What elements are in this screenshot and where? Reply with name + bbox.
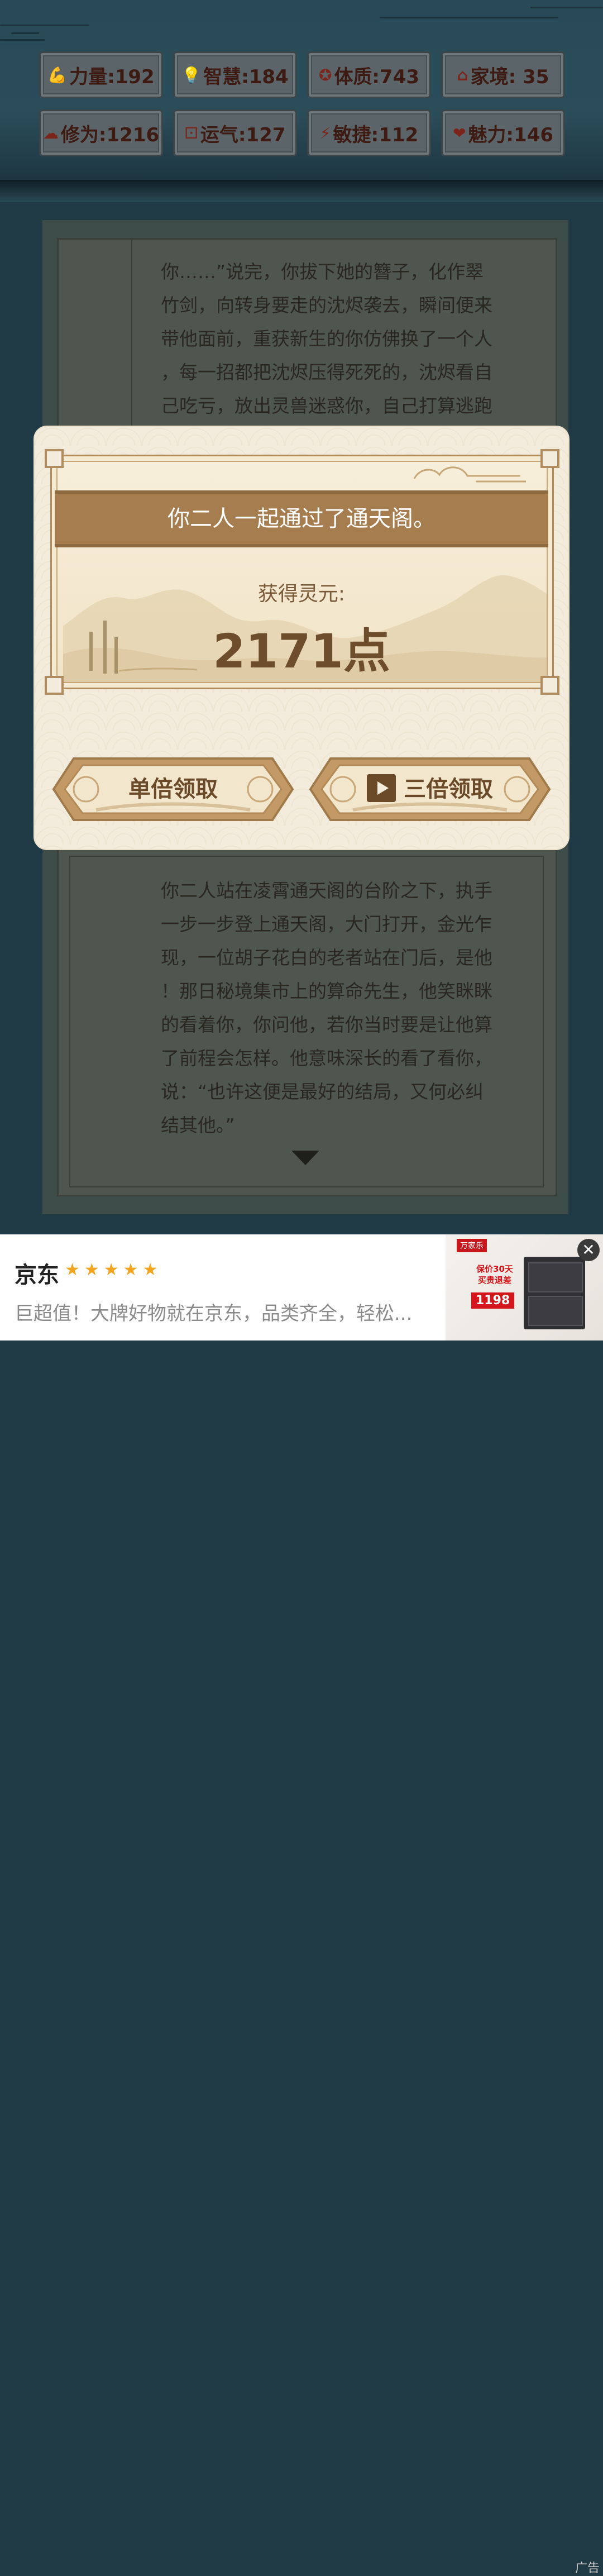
bulb-icon: 💡: [181, 65, 202, 84]
cloud-decoration: [530, 7, 603, 8]
ad-tag: 广告: [575, 2561, 600, 2575]
reward-amount: 2171点: [213, 624, 390, 679]
dishwasher-icon: [524, 1257, 585, 1329]
rating-stars-icon: ★★★★★: [65, 1260, 162, 1280]
frame-corner: [540, 449, 559, 468]
stat-label: 力量:192: [69, 65, 155, 88]
result-banner: 你二人一起通过了通天阁。: [55, 490, 548, 547]
frame-corner: [45, 449, 64, 468]
story-line: 说：“也许这便是最好的结局，又何必纠: [161, 1081, 484, 1103]
heart-icon: ❤: [452, 123, 466, 142]
ad-banner[interactable]: 京东 ★★★★★ 巨超值！大牌好物就在京东，品类齐全，轻松... 万家乐 保价3…: [0, 1234, 603, 2575]
stat-cultivation: ☁ 修为:1216: [39, 109, 163, 156]
claim-single-button[interactable]: 单倍领取: [51, 756, 295, 822]
claim-single-label: 单倍领取: [128, 776, 218, 802]
stat-family: ⌂ 家境: 35: [441, 51, 565, 98]
claim-triple-button[interactable]: 三倍领取: [308, 756, 552, 822]
stat-label: 智慧:184: [203, 65, 289, 88]
paper-rule: [131, 240, 132, 452]
cloud-decoration: [11, 32, 39, 34]
stat-label: 体质:743: [334, 65, 420, 88]
ad-image-price: 1198: [471, 1292, 515, 1309]
stat-constitution: ✪ 体质:743: [307, 51, 431, 98]
ad-brand: 京东: [15, 1262, 59, 1288]
story-line: 你……”说完，你拔下她的簪子，化作翠: [161, 261, 484, 283]
ad-description: 巨超值！大牌好物就在京东，品类齐全，轻松...: [15, 1303, 413, 1325]
story-line: 结其他。”: [161, 1114, 235, 1136]
close-icon[interactable]: ✕: [577, 1239, 600, 1261]
claim-triple-content: 三倍领取: [308, 756, 552, 822]
cloud-ornament-icon: [413, 466, 526, 483]
cloud-decoration: [0, 25, 89, 26]
ink-divider: [0, 180, 603, 202]
stat-label: 魅力:146: [468, 123, 554, 146]
video-play-icon: [367, 774, 396, 802]
story-line: 现，一位胡子花白的老者站在门后，是他: [161, 947, 492, 969]
stat-label: 运气:127: [200, 123, 286, 146]
story-line: 的看着你，你问他，若你当时要是让他算: [161, 1014, 492, 1036]
stat-agility: ⚡ 敏捷:112: [307, 109, 431, 156]
arm-icon: 💪: [47, 65, 68, 84]
stat-label: 修为:1216: [60, 123, 160, 146]
ad-image-promo: 保价30天 买贵退差: [476, 1264, 513, 1285]
story-line: 一步一步登上通天阁，大门打开，金光乍: [161, 913, 492, 935]
story-line: ，每一招都把沈烬压得死死的，沈烬看自: [161, 361, 492, 383]
story-text-bottom: 你二人站在凌霄通天阁的台阶之下，执手 一步一步登上通天阁，大门打开，金光乍 现，…: [161, 874, 524, 1142]
reward-dialog: 你二人一起通过了通天阁。 获得灵元: 2171点 单倍领取 三倍领取: [35, 427, 568, 849]
body-icon: ✪: [318, 65, 332, 84]
ad-image-brand: 万家乐: [457, 1239, 487, 1252]
stat-strength: 💪 力量:192: [39, 51, 163, 98]
story-line: ！那日秘境集市上的算命先生，他笑眯眯: [161, 980, 492, 1002]
story-line: 你二人站在凌霄通天阁的台阶之下，执手: [161, 880, 492, 901]
story-line: 己吃亏，放出灵兽迷惑你，自己打算逃跑: [161, 395, 492, 417]
story-line: 了前程会怎样。他意味深长的看了看你，: [161, 1047, 492, 1069]
story-line: 带他面前，重获新生的你仿佛换了一个人: [161, 328, 492, 350]
dice-icon: ⚀: [184, 123, 198, 142]
cloud-decoration: [380, 17, 558, 18]
result-message: 你二人一起通过了通天阁。: [168, 506, 436, 532]
story-line: 竹剑，向转身要走的沈烬袭去，瞬间便来: [161, 294, 492, 316]
stat-wisdom: 💡 智慧:184: [173, 51, 297, 98]
scroll-down-icon[interactable]: [291, 1151, 319, 1165]
stat-charm: ❤ 魅力:146: [441, 109, 565, 156]
reward-label: 获得灵元:: [257, 583, 346, 605]
home-icon: ⌂: [457, 65, 468, 84]
story-text-top: 你……”说完，你拔下她的簪子，化作翠 竹剑，向转身要走的沈烬袭去，瞬间便来 带他…: [161, 255, 524, 423]
cloud-decoration: [0, 39, 45, 41]
claim-triple-label: 三倍领取: [404, 776, 493, 802]
stat-label: 敏捷:112: [333, 123, 419, 146]
cloud-icon: ☁: [42, 123, 59, 142]
stat-luck: ⚀ 运气:127: [173, 109, 297, 156]
lightning-icon: ⚡: [319, 123, 331, 142]
stat-label: 家境: 35: [470, 65, 549, 88]
